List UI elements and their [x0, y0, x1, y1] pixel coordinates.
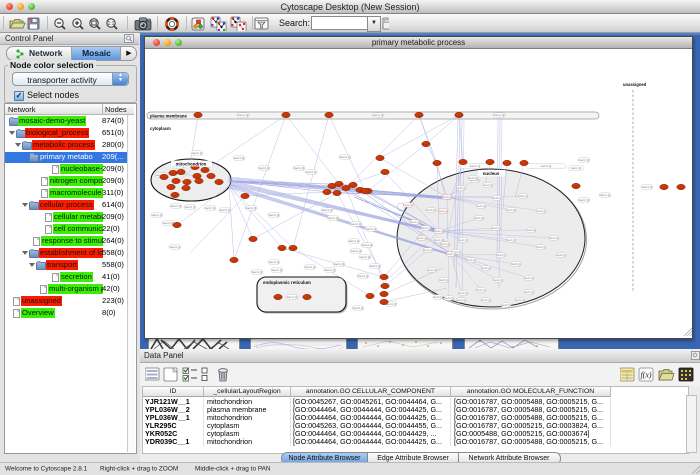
svg-text:Gen1 (j): Gen1 (j)	[325, 268, 336, 272]
svg-text:Gen1 (j): Gen1 (j)	[518, 195, 527, 198]
svg-text:Gen1 (j): Gen1 (j)	[494, 113, 505, 117]
svg-text:Gen1 (j): Gen1 (j)	[524, 277, 533, 280]
svg-text:Gen1 (j): Gen1 (j)	[417, 237, 426, 240]
svg-text:Gen1 (j): Gen1 (j)	[152, 213, 163, 217]
svg-text:Gen1 (j): Gen1 (j)	[246, 206, 257, 210]
svg-text:Gen1 (j): Gen1 (j)	[234, 156, 245, 160]
svg-text:Gen1 (j): Gen1 (j)	[476, 205, 485, 208]
svg-text:Gen1 (j): Gen1 (j)	[370, 264, 381, 268]
svg-text:Gen1 (j): Gen1 (j)	[492, 197, 501, 200]
svg-text:Gen1 (j): Gen1 (j)	[334, 262, 345, 266]
svg-text:Gen1 (j): Gen1 (j)	[515, 299, 524, 302]
svg-text:Gen1 (j): Gen1 (j)	[476, 289, 485, 292]
svg-text:unassigned: unassigned	[623, 82, 647, 87]
svg-text:Gen1 (j): Gen1 (j)	[444, 297, 453, 300]
svg-text:Gen1 (j): Gen1 (j)	[438, 210, 447, 213]
svg-text:Gen1 (j): Gen1 (j)	[353, 306, 364, 310]
svg-text:Gen1 (j): Gen1 (j)	[571, 166, 582, 170]
svg-text:Gen1 (j): Gen1 (j)	[163, 221, 174, 225]
svg-text:Gen1 (j): Gen1 (j)	[305, 265, 316, 269]
svg-text:Gen1 (j): Gen1 (j)	[322, 208, 333, 212]
svg-text:Gen1 (j): Gen1 (j)	[579, 198, 590, 202]
svg-text:Gen1 (j): Gen1 (j)	[434, 230, 443, 233]
svg-text:Gen1 (j): Gen1 (j)	[491, 227, 500, 230]
svg-text:Gen1 (j): Gen1 (j)	[549, 237, 558, 240]
svg-text:Gen1 (j): Gen1 (j)	[373, 113, 384, 117]
svg-text:plasma membrane: plasma membrane	[150, 114, 187, 119]
svg-text:Gen1 (j): Gen1 (j)	[366, 227, 377, 231]
svg-text:Gen1 (j): Gen1 (j)	[269, 213, 280, 217]
svg-text:Gen1 (j): Gen1 (j)	[579, 158, 590, 162]
svg-text:Gen1 (j): Gen1 (j)	[272, 268, 283, 272]
svg-text:Gen1 (j): Gen1 (j)	[287, 295, 298, 299]
svg-text:Gen1 (j): Gen1 (j)	[541, 164, 552, 168]
svg-text:Gen1 (j): Gen1 (j)	[456, 187, 465, 190]
svg-text:Gen1 (j): Gen1 (j)	[433, 296, 442, 299]
svg-text:Gen1 (j): Gen1 (j)	[351, 249, 362, 253]
svg-text:Gen1 (j): Gen1 (j)	[340, 155, 351, 159]
svg-text:Gen1 (j): Gen1 (j)	[259, 166, 270, 170]
svg-text:Gen1 (j): Gen1 (j)	[294, 166, 305, 170]
svg-text:Gen1 (j): Gen1 (j)	[426, 209, 435, 212]
svg-text:Gen1 (j): Gen1 (j)	[446, 253, 455, 256]
svg-text:Gen1 (j): Gen1 (j)	[501, 304, 510, 307]
svg-text:Gen1 (j): Gen1 (j)	[458, 239, 467, 242]
svg-text:cytoplasm: cytoplasm	[150, 126, 171, 131]
svg-text:mitochondrion: mitochondrion	[176, 162, 207, 167]
svg-text:nucleus: nucleus	[483, 171, 500, 176]
svg-text:Gen1 (j): Gen1 (j)	[470, 164, 481, 168]
svg-text:Gen1 (j): Gen1 (j)	[458, 292, 467, 295]
svg-text:Gen1 (j): Gen1 (j)	[440, 243, 449, 246]
svg-text:Gen1 (j): Gen1 (j)	[192, 151, 203, 155]
svg-text:Gen1 (j): Gen1 (j)	[496, 254, 505, 257]
svg-text:Gen1 (j): Gen1 (j)	[474, 217, 483, 220]
svg-text:Gen1 (j): Gen1 (j)	[171, 204, 182, 208]
svg-text:Gen1 (j): Gen1 (j)	[328, 216, 339, 220]
svg-text:Gen1 (j): Gen1 (j)	[349, 239, 360, 243]
svg-text:Gen1 (j): Gen1 (j)	[642, 185, 653, 189]
svg-text:Gen1 (j): Gen1 (j)	[556, 254, 565, 257]
svg-text:Gen1 (j): Gen1 (j)	[306, 170, 317, 174]
svg-text:f(x): f(x)	[640, 371, 651, 380]
svg-text:Gen1 (j): Gen1 (j)	[483, 184, 492, 187]
svg-text:Gen1 (j): Gen1 (j)	[362, 243, 373, 247]
svg-text:Gen1 (j): Gen1 (j)	[511, 263, 520, 266]
svg-text:Gen1 (j): Gen1 (j)	[403, 204, 412, 207]
svg-text:Gen1 (j): Gen1 (j)	[238, 113, 249, 117]
svg-text:Gen1 (j): Gen1 (j)	[252, 270, 263, 274]
svg-text:Gen1 (j): Gen1 (j)	[360, 255, 371, 259]
svg-text:Gen1 (j): Gen1 (j)	[536, 210, 545, 213]
svg-text:Gen1 (j): Gen1 (j)	[220, 208, 231, 212]
svg-text:Gen1 (j): Gen1 (j)	[185, 205, 196, 209]
svg-text:Gen1 (j): Gen1 (j)	[481, 299, 490, 302]
svg-text:Gen1 (j): Gen1 (j)	[439, 279, 448, 282]
svg-text:Gen1 (j): Gen1 (j)	[410, 221, 419, 224]
svg-text:Gen1 (j): Gen1 (j)	[170, 245, 181, 249]
svg-text:Gen1 (j): Gen1 (j)	[269, 260, 280, 264]
svg-text:Gen1 (j): Gen1 (j)	[481, 267, 490, 270]
svg-text:Gen1 (j): Gen1 (j)	[358, 274, 369, 278]
svg-text:endoplasmic reticulum: endoplasmic reticulum	[263, 280, 311, 285]
svg-text:Gen1 (j): Gen1 (j)	[524, 291, 533, 294]
svg-text:Gen1 (j): Gen1 (j)	[442, 196, 451, 199]
svg-text:Gen1 (j): Gen1 (j)	[423, 249, 432, 252]
svg-text:Gen1 (j): Gen1 (j)	[493, 279, 502, 282]
svg-text:Gen1 (j): Gen1 (j)	[421, 227, 430, 230]
svg-text:Gen1 (j): Gen1 (j)	[536, 246, 545, 249]
svg-text:Gen1 (j): Gen1 (j)	[506, 209, 515, 212]
svg-text:Gen1 (j): Gen1 (j)	[526, 229, 535, 232]
svg-text:Gen1 (j): Gen1 (j)	[468, 177, 477, 180]
svg-text:Gen1 (j): Gen1 (j)	[351, 222, 362, 226]
svg-text:Gen1 (j): Gen1 (j)	[427, 269, 436, 272]
svg-text:Gen1 (j): Gen1 (j)	[600, 193, 611, 197]
svg-text:1:1: 1:1	[108, 21, 115, 27]
svg-text:Gen1 (j): Gen1 (j)	[456, 299, 465, 302]
svg-text:Gen1 (j): Gen1 (j)	[205, 206, 216, 210]
svg-text:Gen1 (j): Gen1 (j)	[466, 259, 475, 262]
svg-text:Gen1 (j): Gen1 (j)	[506, 239, 515, 242]
